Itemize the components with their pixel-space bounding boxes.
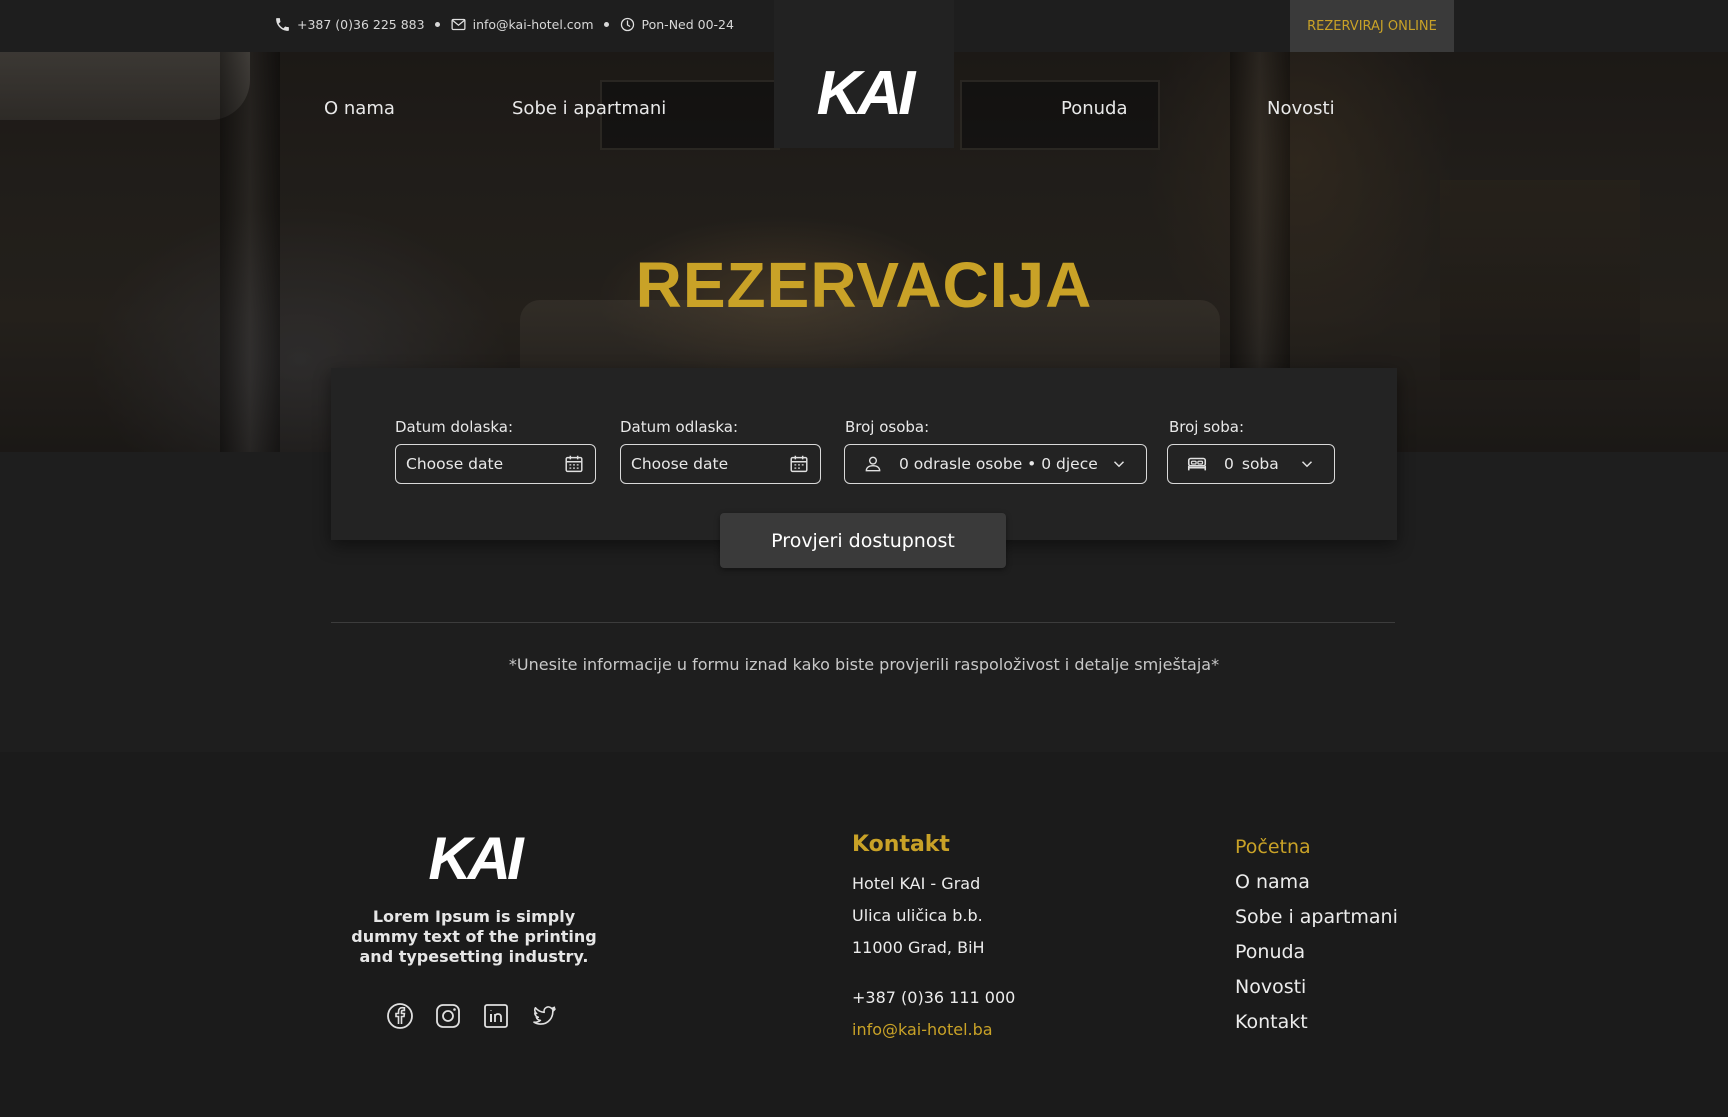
- person-icon: [865, 456, 881, 472]
- social-links: [386, 1002, 558, 1030]
- calendar-icon: [565, 455, 583, 473]
- separator-dot: [434, 22, 440, 27]
- footer-email[interactable]: info@kai-hotel.ba: [852, 1020, 993, 1039]
- arrival-date-field[interactable]: Choose date: [395, 444, 596, 484]
- footer-phone[interactable]: +387 (0)36 111 000: [852, 988, 1015, 1007]
- nav-item-offers[interactable]: Ponuda: [1061, 98, 1128, 119]
- footer-description: Lorem Ipsum is simply dummy text of the …: [351, 907, 597, 966]
- departure-label: Datum odlaska:: [620, 418, 739, 436]
- hours-text: Pon-Ned 00-24: [641, 17, 734, 32]
- chevron-down-icon: [1113, 461, 1125, 468]
- rooms-count: 0: [1224, 455, 1234, 473]
- contact-info: +387 (0)36 225 883 info@kai-hotel.com Po…: [274, 16, 734, 33]
- mail-icon: [451, 18, 466, 31]
- book-online-button[interactable]: REZERVIRAJ ONLINE: [1290, 0, 1454, 52]
- email-contact[interactable]: info@kai-hotel.com: [450, 16, 594, 33]
- footer-logo[interactable]: KAI: [380, 824, 568, 893]
- rooms-label: Broj soba:: [1169, 418, 1244, 436]
- logo-text: KAI: [816, 58, 916, 128]
- separator-dot: [603, 22, 609, 27]
- rooms-selector[interactable]: 0 soba: [1167, 444, 1335, 484]
- footer-link-about[interactable]: O nama: [1235, 871, 1310, 893]
- nav-item-news[interactable]: Novosti: [1267, 98, 1335, 119]
- rooms-unit: soba: [1241, 455, 1279, 473]
- page-title: REZERVACIJA: [635, 249, 1093, 321]
- instagram-icon[interactable]: [434, 1002, 462, 1030]
- guests-value: 0 odrasle osobe • 0 djece: [899, 455, 1098, 473]
- footer-link-offers[interactable]: Ponuda: [1235, 941, 1305, 963]
- phone-text: +387 (0)36 225 883: [297, 17, 425, 32]
- phone-contact[interactable]: +387 (0)36 225 883: [274, 16, 425, 33]
- facebook-icon[interactable]: [386, 1002, 414, 1030]
- arrival-label: Datum dolaska:: [395, 418, 514, 436]
- check-availability-button[interactable]: Provjeri dostupnost: [720, 513, 1006, 568]
- linkedin-icon[interactable]: [482, 1002, 510, 1030]
- email-text: info@kai-hotel.com: [472, 17, 594, 32]
- address-line: Ulica uličica b.b.: [852, 906, 983, 925]
- header-logo[interactable]: KAI: [774, 0, 954, 148]
- hours-info: Pon-Ned 00-24: [619, 16, 734, 33]
- footer-link-rooms[interactable]: Sobe i apartmani: [1235, 906, 1398, 928]
- guests-selector[interactable]: 0 odrasle osobe • 0 djece: [844, 444, 1147, 484]
- nav-item-rooms[interactable]: Sobe i apartmani: [512, 98, 666, 119]
- address-line: Hotel KAI - Grad: [852, 874, 981, 893]
- address-line: 11000 Grad, BiH: [852, 938, 985, 957]
- footer-link-home[interactable]: Početna: [1235, 836, 1311, 858]
- arrival-placeholder: Choose date: [406, 455, 504, 473]
- chevron-down-icon: [1301, 461, 1313, 468]
- twitter-icon[interactable]: [530, 1002, 558, 1030]
- section-divider: [331, 622, 1395, 623]
- calendar-icon: [790, 455, 808, 473]
- nav-item-about[interactable]: O nama: [324, 98, 395, 119]
- footer: KAI Lorem Ipsum is simply dummy text of …: [0, 752, 1728, 1117]
- footer-link-news[interactable]: Novosti: [1235, 976, 1306, 998]
- form-hint: *Unesite informacije u formu iznad kako …: [508, 655, 1220, 674]
- clock-icon: [620, 17, 634, 32]
- contact-heading: Kontakt: [852, 832, 950, 857]
- footer-link-contact[interactable]: Kontakt: [1235, 1011, 1308, 1033]
- departure-date-field[interactable]: Choose date: [620, 444, 821, 484]
- phone-icon: [276, 18, 289, 31]
- guests-label: Broj osoba:: [845, 418, 930, 436]
- bed-icon: [1187, 457, 1207, 471]
- departure-placeholder: Choose date: [631, 455, 729, 473]
